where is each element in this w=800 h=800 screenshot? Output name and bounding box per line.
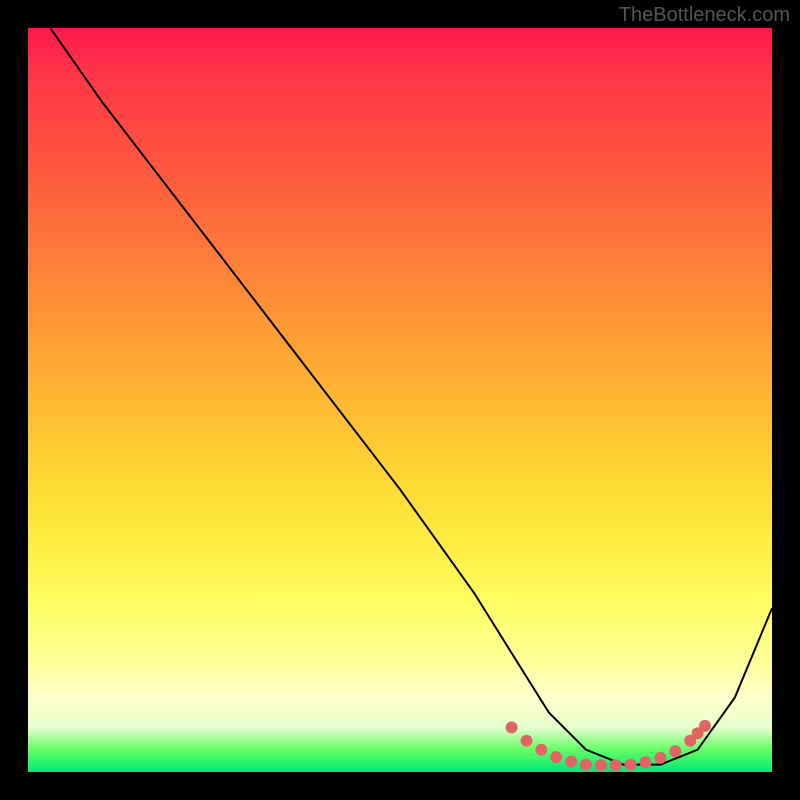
marker-dot (669, 745, 681, 757)
marker-dot (550, 751, 562, 763)
marker-dot (565, 756, 577, 768)
marker-dot (654, 752, 666, 764)
marker-dot (699, 720, 711, 732)
marker-dot (506, 721, 518, 733)
marker-dot (625, 759, 637, 771)
chart-svg (28, 28, 772, 772)
marker-dot (595, 759, 607, 771)
marker-dot (610, 759, 622, 771)
bottleneck-curve (50, 28, 772, 765)
plot-area (28, 28, 772, 772)
marker-dot (535, 744, 547, 756)
optimal-range-markers (506, 720, 711, 771)
marker-dot (640, 756, 652, 768)
marker-dot (580, 759, 592, 771)
watermark-text: TheBottleneck.com (619, 4, 790, 27)
marker-dot (521, 735, 533, 747)
